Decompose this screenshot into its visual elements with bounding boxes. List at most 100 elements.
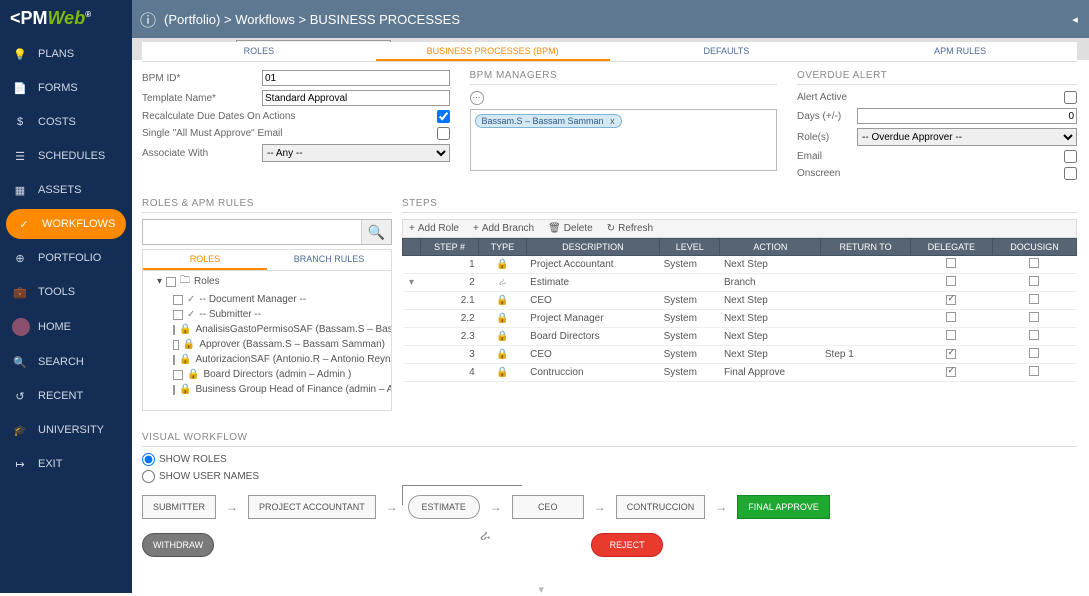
- bpm-managers-ellipsis-button[interactable]: ⋯: [470, 91, 484, 105]
- roles-search-input[interactable]: [143, 220, 361, 244]
- email-label: Email: [797, 151, 1064, 162]
- onscreen-checkbox[interactable]: [1064, 167, 1077, 180]
- delegate-checkbox[interactable]: [946, 330, 956, 340]
- cell-action: Final Approve: [720, 364, 821, 382]
- tree-checkbox[interactable]: [173, 370, 183, 380]
- table-row[interactable]: 2.3🔒Board DirectorsSystemNext Step: [403, 328, 1077, 346]
- cell-description: Project Accountant: [526, 256, 659, 274]
- sidebar-item-schedules[interactable]: ☰SCHEDULES: [0, 139, 132, 173]
- delegate-checkbox[interactable]: [946, 276, 956, 286]
- tab-roles[interactable]: ROLES: [142, 42, 376, 61]
- sidebar-item-costs[interactable]: $COSTS: [0, 105, 132, 139]
- tree-item[interactable]: 🔒AnalisisGastoPermisoSAF (Bassam.S – Bas…: [143, 322, 391, 337]
- show-users-radio[interactable]: [142, 470, 155, 483]
- sidebar-item-university[interactable]: 🎓UNIVERSITY: [0, 413, 132, 447]
- roles-tab-roles[interactable]: ROLES: [143, 250, 267, 270]
- delegate-checkbox[interactable]: [946, 295, 956, 305]
- tree-item[interactable]: ✓-- Submitter --: [143, 307, 391, 322]
- docusign-checkbox[interactable]: [1029, 312, 1039, 322]
- table-row[interactable]: 2.1🔒CEOSystemNext Step: [403, 292, 1077, 310]
- delegate-checkbox[interactable]: [946, 367, 956, 377]
- tree-item[interactable]: 🔒AutorizacionSAF (Antonio.R – Antonio Re…: [143, 352, 391, 367]
- breadcrumb-portfolio[interactable]: (Portfolio): [164, 12, 220, 27]
- docusign-checkbox[interactable]: [1029, 348, 1039, 358]
- tree-checkbox[interactable]: [173, 325, 175, 335]
- sidebar-item-label: PORTFOLIO: [38, 252, 101, 264]
- docusign-checkbox[interactable]: [1029, 330, 1039, 340]
- delete-button[interactable]: 🗑 Delete: [548, 223, 593, 234]
- collapse-icon[interactable]: ▾: [157, 276, 162, 287]
- tab-business-processes-bpm-[interactable]: BUSINESS PROCESSES (BPM): [376, 42, 610, 61]
- tree-item[interactable]: 🔒Board Directors (admin – Admin ): [143, 367, 391, 382]
- sidebar-item-label: COSTS: [38, 116, 76, 128]
- delegate-checkbox[interactable]: [946, 312, 956, 322]
- tools-icon: 💼: [12, 284, 28, 300]
- recalc-checkbox[interactable]: [437, 110, 450, 123]
- sidebar-item-portfolio[interactable]: ⊕PORTFOLIO: [0, 241, 132, 275]
- cell-step: 1: [421, 256, 479, 274]
- docusign-checkbox[interactable]: [1029, 366, 1039, 376]
- sidebar-item-assets[interactable]: ▦ASSETS: [0, 173, 132, 207]
- info-icon[interactable]: ⓘ: [140, 7, 156, 31]
- scroll-handle-icon[interactable]: ▾: [539, 583, 551, 593]
- show-roles-radio[interactable]: [142, 453, 155, 466]
- delegate-checkbox[interactable]: [946, 349, 956, 359]
- col-type: TYPE: [479, 239, 526, 256]
- sidebar-item-tools[interactable]: 💼TOOLS: [0, 275, 132, 309]
- collapse-panel-icon[interactable]: ◂: [1065, 0, 1085, 38]
- table-row[interactable]: 4🔒ContruccionSystemFinal Approve: [403, 364, 1077, 382]
- sidebar-item-home[interactable]: HOME: [0, 309, 132, 345]
- cell-level: System: [660, 364, 720, 382]
- tab-defaults[interactable]: DEFAULTS: [610, 42, 844, 61]
- sidebar-item-label: HOME: [38, 321, 71, 333]
- days-input[interactable]: [857, 108, 1077, 124]
- tree-root[interactable]: ▾ 🗀 Roles: [143, 271, 391, 292]
- tree-item[interactable]: ✓-- Document Manager --: [143, 292, 391, 307]
- tree-item[interactable]: 🔒Business Group Head of Finance (admin –…: [143, 382, 391, 397]
- breadcrumb-workflows[interactable]: Workflows: [235, 12, 295, 27]
- docusign-checkbox[interactable]: [1029, 294, 1039, 304]
- tab-apm-rules[interactable]: APM RULES: [843, 42, 1077, 61]
- template-name-input[interactable]: [262, 90, 450, 106]
- roles-select[interactable]: -- Overdue Approver --: [857, 128, 1077, 146]
- add-role-button[interactable]: + Add Role: [409, 223, 459, 234]
- sidebar-item-search[interactable]: 🔍SEARCH: [0, 345, 132, 379]
- root-checkbox[interactable]: [166, 277, 176, 287]
- roles-tab-branch-rules[interactable]: BRANCH RULES: [267, 250, 391, 270]
- sidebar-item-forms[interactable]: 📄FORMS: [0, 71, 132, 105]
- expand-icon[interactable]: ▾: [409, 277, 414, 288]
- tree-item[interactable]: 🔒Approver (Bassam.S – Bassam Samman): [143, 337, 391, 352]
- steps-heading: STEPS: [402, 198, 1077, 213]
- delegate-checkbox[interactable]: [946, 258, 956, 268]
- table-row[interactable]: 1🔒Project AccountantSystemNext Step: [403, 256, 1077, 274]
- docusign-checkbox[interactable]: [1029, 276, 1039, 286]
- refresh-button[interactable]: ↻ Refresh: [607, 223, 653, 234]
- tree-checkbox[interactable]: [173, 340, 179, 350]
- associate-with-select[interactable]: -- Any --: [262, 144, 450, 162]
- table-row[interactable]: 2.2🔒Project ManagerSystemNext Step: [403, 310, 1077, 328]
- bpm-id-input[interactable]: [262, 70, 450, 86]
- tree-checkbox[interactable]: [173, 310, 183, 320]
- table-row[interactable]: 3🔒CEOSystemNext StepStep 1: [403, 346, 1077, 364]
- tree-checkbox[interactable]: [173, 385, 175, 395]
- sidebar-item-exit[interactable]: ↦EXIT: [0, 447, 132, 481]
- email-checkbox[interactable]: [1064, 150, 1077, 163]
- roles-search-button[interactable]: 🔍: [361, 220, 391, 244]
- sidebar-item-plans[interactable]: 💡PLANS: [0, 37, 132, 71]
- sidebar-item-recent[interactable]: ↺RECENT: [0, 379, 132, 413]
- flow-withdraw[interactable]: WITHDRAW: [142, 533, 214, 557]
- sidebar-item-workflows[interactable]: ✓WORKFLOWS: [6, 209, 126, 239]
- tree-checkbox[interactable]: [173, 355, 175, 365]
- docusign-checkbox[interactable]: [1029, 258, 1039, 268]
- flow-reject[interactable]: REJECT: [591, 533, 663, 557]
- tree-checkbox[interactable]: [173, 295, 183, 305]
- alert-active-checkbox[interactable]: [1064, 91, 1077, 104]
- bpm-managers-box: Bassam.S – Bassam Samman x: [470, 109, 778, 171]
- chip-remove-icon[interactable]: x: [610, 116, 615, 126]
- sidebar-item-label: ASSETS: [38, 184, 81, 196]
- table-row[interactable]: ▾2ራEstimateBranch: [403, 274, 1077, 292]
- add-branch-button[interactable]: + Add Branch: [473, 223, 534, 234]
- cell-action: Next Step: [720, 310, 821, 328]
- cell-description: Board Directors: [526, 328, 659, 346]
- single-email-checkbox[interactable]: [437, 127, 450, 140]
